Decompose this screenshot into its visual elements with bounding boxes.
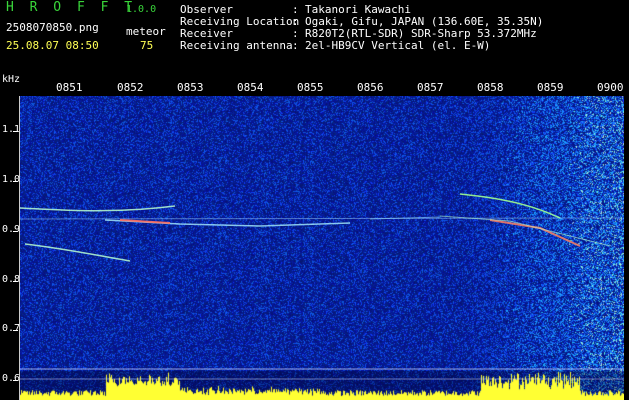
y-tick-label: 1.1 <box>2 124 21 135</box>
spectrogram-area <box>19 96 624 400</box>
meteor-count-value: 75 <box>140 39 154 52</box>
x-tick-label: 0856 <box>357 81 384 94</box>
y-tick-mark <box>13 181 18 182</box>
meteor-count-label: meteor <box>126 25 166 38</box>
meteor-trail <box>439 215 611 247</box>
info-separator: : <box>292 39 299 52</box>
app-version: 1.0.0 <box>126 4 157 15</box>
meteor-trail <box>459 193 561 219</box>
x-tick-label: 0852 <box>117 81 144 94</box>
meteor-trail <box>20 205 176 212</box>
observation-datetime: 25.08.07 08:50 <box>6 39 99 52</box>
info-value-antenna: 2el-HB9CV Vertical (el. E-W) <box>305 39 491 52</box>
meteor-trails <box>20 193 624 380</box>
y-tick-mark <box>13 131 18 132</box>
y-tick-label: 0.6 <box>2 373 21 384</box>
y-tick-label: 0.9 <box>2 224 21 235</box>
hrofft-window: H R O F F T 1.0.0 2508070850.png 25.08.0… <box>0 0 629 400</box>
x-tick-label: 0857 <box>417 81 444 94</box>
x-tick-label: 0859 <box>537 81 564 94</box>
meteor-trail <box>20 217 621 220</box>
x-tick-label: 0855 <box>297 81 324 94</box>
x-tick-label: 0853 <box>177 81 204 94</box>
y-tick-mark <box>13 380 18 381</box>
image-filename: 2508070850.png <box>6 21 99 34</box>
x-tick-label: 0851 <box>56 81 83 94</box>
info-label-antenna: Receiving antenna <box>180 39 293 52</box>
y-tick-mark <box>13 330 18 331</box>
meteor-trail <box>489 219 581 247</box>
y-tick-mark <box>13 281 18 282</box>
y-axis-unit: kHz <box>2 74 21 85</box>
app-brand: H R O F F T <box>6 0 137 15</box>
y-tick-label: 0.7 <box>2 323 21 334</box>
x-tick-label: 0854 <box>237 81 264 94</box>
y-tick-label: 0.8 <box>2 274 21 285</box>
x-tick-label: 0858 <box>477 81 504 94</box>
meteor-trail <box>24 243 131 262</box>
y-tick-label: 1.0 <box>2 174 21 185</box>
y-tick-mark <box>13 231 18 232</box>
x-tick-label: 0900 <box>597 81 624 94</box>
